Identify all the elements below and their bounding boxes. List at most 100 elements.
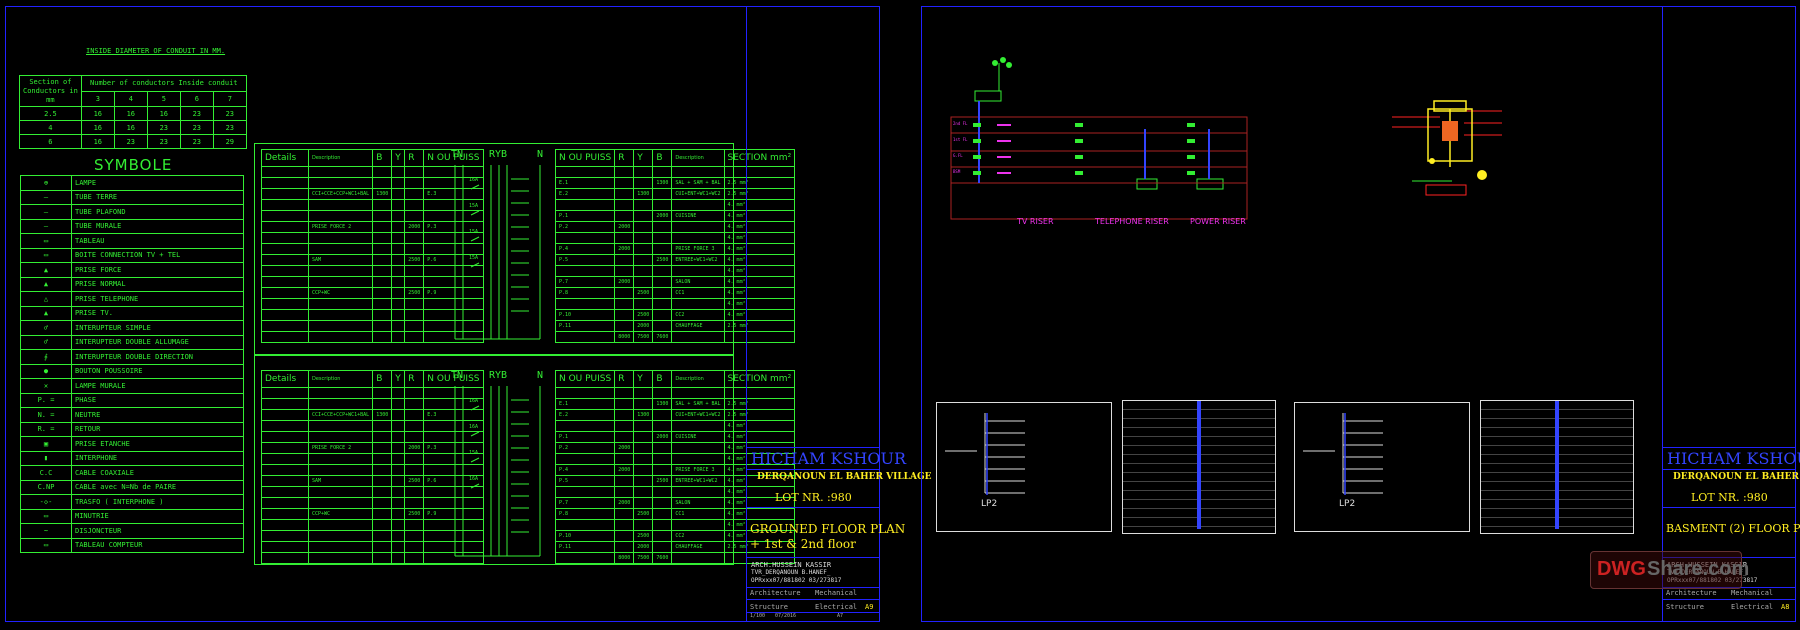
panel-cell [633, 486, 654, 498]
right-lot-number: LOT NR. :980 [1691, 491, 1768, 504]
panel-cell [633, 519, 654, 531]
panel-cell [614, 188, 635, 200]
panel-cell [671, 199, 725, 211]
panel-cell [307, 331, 374, 343]
panel-cell [614, 409, 635, 421]
panel-cell: 2000 [404, 221, 425, 233]
panel2-breaker-1: 16A [469, 398, 479, 404]
panel-header-cell: Y [391, 149, 406, 167]
panel-cell [372, 486, 393, 498]
left-discipline-electrical: Electrical [815, 603, 858, 611]
left-sheet-number: A9 [865, 603, 874, 611]
panel-cell [391, 431, 406, 443]
panel-cell [372, 387, 393, 399]
panel-cell [261, 177, 309, 189]
symbol-icon: ~ [20, 523, 72, 539]
panel-cell [391, 243, 406, 255]
panel-cell [372, 331, 393, 343]
panel-cell [404, 464, 425, 476]
panel-cell: CHAUFFAGE [671, 541, 725, 553]
conduit-group-header: Number of conductors Inside conduit [80, 75, 247, 92]
symbol-row: P. = PHASE [20, 392, 244, 408]
panel-cell: SAL + SAM + BAL [671, 177, 725, 189]
panel-cell [372, 232, 393, 244]
symbol-label: BOITE CONNECTION TV + TEL [71, 247, 244, 263]
panel-cell [391, 453, 406, 465]
panel-header-cell: Description [671, 370, 725, 388]
panel-cell [391, 276, 406, 288]
panel-cell: SAM [307, 475, 374, 487]
panel-cell [652, 232, 673, 244]
left-lot-number: LOT NR. :980 [775, 491, 852, 504]
panel-cell: E.1 [554, 398, 616, 410]
panel-cell [614, 453, 635, 465]
panel-header-cell: B [652, 149, 673, 167]
panel-cell: 1300 [652, 398, 673, 410]
panel-cell [671, 420, 725, 432]
symbol-label: PRISE TV. [71, 305, 244, 321]
symbol-row: ♂ INTERUPTEUR DOUBLE ALLUMAGE [20, 334, 244, 350]
panel-cell [633, 298, 654, 310]
symbol-icon: C.NP [20, 479, 72, 495]
panel-cell: 2500 [652, 254, 673, 266]
conduit-value-cell: 16 [80, 106, 115, 121]
panel-cell [261, 497, 309, 509]
panel-cell: 2000 [633, 320, 654, 332]
panel-cell: E.2 [554, 188, 616, 200]
panel-header-cell: Details [261, 370, 309, 388]
panel-cell [404, 320, 425, 332]
panel-header-cell: B [372, 370, 393, 388]
symbol-row: R. = RETOUR [20, 421, 244, 437]
symbol-label: TUBE PLAFOND [71, 204, 244, 220]
tv-riser-label: TV RISER [1017, 217, 1054, 226]
symbol-icon: ▲ [20, 276, 72, 292]
panel-cell: 2000 [614, 464, 635, 476]
panel-cell [372, 541, 393, 553]
panel-cell [652, 464, 673, 476]
symbol-label: PHASE [71, 392, 244, 408]
panel-cell: SAL + SAM + BAL [671, 398, 725, 410]
panel-cell [652, 453, 673, 465]
panel-header-cell: B [372, 149, 393, 167]
symbol-icon: P. = [20, 392, 72, 408]
symbol-label: INTERUPTEUR SIMPLE [71, 320, 244, 336]
symbol-row: ▮ INTERPHONE [20, 450, 244, 466]
panel-cell [404, 298, 425, 310]
panel-cell [307, 453, 374, 465]
conduit-row: 6 16 23 23 23 29 [19, 134, 247, 149]
symbol-row: ▭ TABLEAU COMPTEUR [20, 537, 244, 553]
panel-cell [391, 309, 406, 321]
panel-cell [614, 265, 635, 277]
conduit-value-cell: 16 [146, 106, 181, 121]
symbol-icon: ∮ [20, 349, 72, 365]
conduit-value-cell: 29 [212, 134, 247, 149]
panel-cell [633, 398, 654, 410]
panel-cell [261, 265, 309, 277]
panel-cell: PRISE FORCE 3 [671, 464, 725, 476]
panel-cell [614, 210, 635, 222]
panel-cell [307, 298, 374, 310]
symbol-label: CABLE avec N=Nb de PAIRE [71, 479, 244, 495]
right-discipline-structure: Structure [1666, 603, 1704, 611]
left-footer-date: 07/2016 [775, 613, 797, 619]
panel2-breaker-3: 15A [469, 450, 479, 456]
panel-cell [261, 254, 309, 266]
conduit-value-cell: 23 [179, 134, 214, 149]
panel-cell [404, 309, 425, 321]
panel-cell: CUISINE [671, 431, 725, 443]
right-discipline-architecture: Architecture [1666, 589, 1717, 597]
conduit-section-cell: 6 [19, 134, 82, 149]
panel-cell: P.8 [554, 508, 616, 520]
symbol-icon: ▲ [20, 262, 72, 278]
symbol-label: LAMPE [71, 175, 244, 191]
symbol-row: ~ DISJONCTEUR [20, 523, 244, 539]
panel-cell: 2500 [652, 475, 673, 487]
symbol-label: PRISE NORMAL [71, 276, 244, 292]
panel-cell [372, 309, 393, 321]
left-sheet-title-1: GROUNED FLOOR PLAN [750, 522, 906, 536]
panel-cell [391, 519, 406, 531]
conduit-row: 2.5 16 16 16 23 23 [19, 106, 247, 121]
symbol-icon: ▮ [20, 450, 72, 466]
panel-cell [372, 475, 393, 487]
panel-cell [372, 420, 393, 432]
